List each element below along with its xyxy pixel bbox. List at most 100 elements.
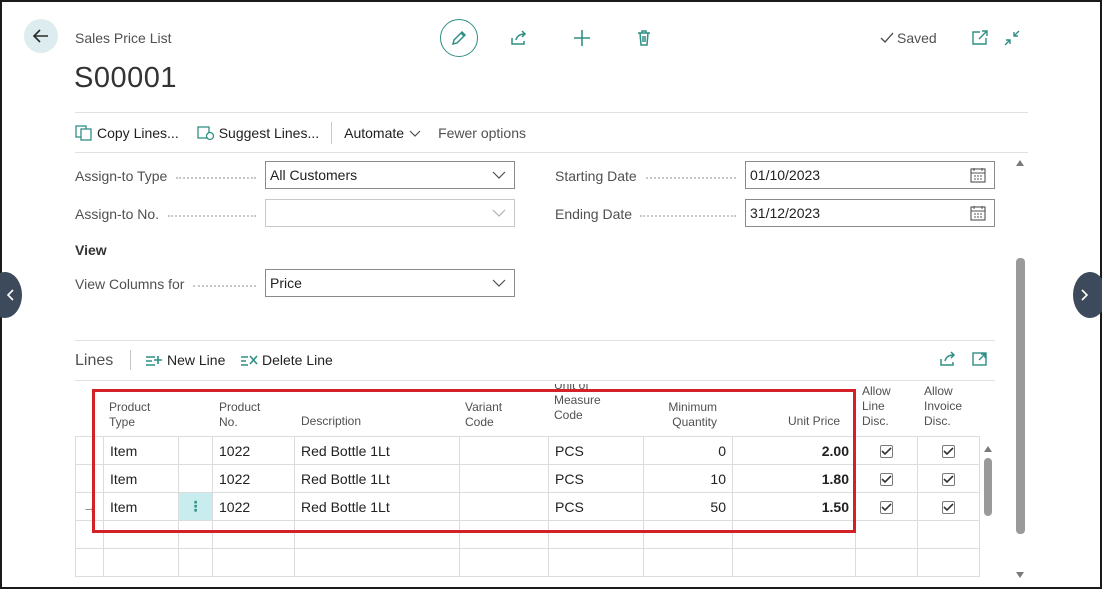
plus-icon (574, 30, 590, 46)
assign-to-no-select[interactable] (265, 199, 515, 227)
delete-line-button[interactable]: Delete Line (240, 352, 333, 368)
header-line: Disc. (862, 414, 889, 428)
lines-expand-button[interactable] (967, 346, 993, 372)
action-separator (331, 122, 333, 144)
empty-cell[interactable] (732, 548, 856, 577)
empty-cell[interactable] (212, 548, 295, 577)
grid-scroll-up[interactable] (982, 442, 994, 454)
assign-to-no-label: Assign-to No. (75, 206, 160, 222)
assign-to-type-label: Assign-to Type (75, 168, 168, 184)
checkbox[interactable] (942, 472, 955, 486)
collapse-button[interactable] (999, 25, 1025, 51)
empty-cell[interactable] (178, 548, 213, 577)
col-header-allow-invoice-disc[interactable]: Allow Invoice Disc. (924, 384, 962, 429)
ending-date-input[interactable]: 31/12/2023 (745, 199, 995, 227)
empty-cell[interactable] (103, 548, 179, 577)
suggest-lines-icon (197, 126, 214, 141)
dotted-leader (640, 215, 736, 217)
arrow-left-icon (32, 29, 48, 43)
triangle-down-icon (1016, 572, 1024, 578)
empty-cell[interactable] (75, 548, 104, 577)
expand-icon (972, 352, 987, 366)
empty-cell[interactable] (855, 548, 918, 577)
grid-scrollbar-thumb[interactable] (984, 458, 992, 516)
view-columns-select[interactable]: Price (265, 269, 515, 297)
copy-lines-label: Copy Lines... (97, 125, 179, 141)
cell-allow-invoice-disc[interactable] (917, 436, 980, 465)
cell-allow-line-disc[interactable] (855, 492, 918, 521)
dotted-leader (193, 285, 256, 287)
header-line: Allow (862, 384, 891, 398)
page-scroll-down[interactable] (1014, 568, 1026, 582)
view-section-heading: View (75, 242, 107, 258)
trash-icon (638, 30, 650, 46)
empty-cell[interactable] (917, 520, 980, 549)
calendar-icon[interactable] (970, 205, 986, 221)
delete-line-icon (241, 355, 258, 366)
copy-lines-button[interactable]: Copy Lines... (75, 125, 179, 141)
chevron-right-icon (1081, 289, 1089, 301)
header-line: Invoice (924, 399, 963, 413)
pencil-icon (451, 30, 467, 46)
checkbox[interactable] (942, 500, 955, 514)
starting-date-input[interactable]: 01/10/2023 (745, 161, 995, 189)
edit-button[interactable] (440, 19, 478, 57)
empty-cell[interactable] (294, 548, 460, 577)
empty-cell[interactable] (917, 548, 980, 577)
share-icon (511, 30, 527, 45)
page-title: S00001 (74, 62, 177, 94)
assign-to-type-select[interactable]: All Customers (265, 161, 515, 189)
fewer-options-button[interactable]: Fewer options (438, 125, 526, 141)
assign-to-type-value: All Customers (270, 167, 358, 183)
checkbox[interactable] (880, 444, 893, 458)
new-line-label: New Line (167, 352, 226, 368)
checkmark-icon (880, 32, 894, 44)
cell-allow-invoice-disc[interactable] (917, 464, 980, 493)
header-line: Disc. (924, 414, 951, 428)
triangle-up-icon (984, 446, 992, 452)
share-icon (940, 351, 956, 366)
new-button[interactable] (569, 25, 595, 51)
chevron-down-icon (492, 279, 506, 287)
header-line: Line (862, 399, 885, 413)
back-button[interactable] (24, 19, 58, 53)
triangle-up-icon (1016, 160, 1024, 166)
delete-line-label: Delete Line (262, 352, 333, 368)
suggest-lines-button[interactable]: Suggest Lines... (197, 125, 319, 141)
chevron-down-icon (492, 209, 506, 217)
next-page-button[interactable] (1073, 272, 1102, 318)
empty-cell[interactable] (548, 548, 644, 577)
page-scrollbar-thumb[interactable] (1016, 258, 1025, 534)
checkbox[interactable] (880, 500, 893, 514)
fewer-options-label: Fewer options (438, 125, 526, 141)
empty-row[interactable] (75, 548, 980, 577)
lines-share-button[interactable] (935, 346, 961, 372)
dotted-leader (646, 177, 736, 179)
cell-allow-line-disc[interactable] (855, 464, 918, 493)
new-line-button[interactable]: New Line (145, 352, 225, 368)
open-new-window-button[interactable] (967, 25, 993, 51)
cell-allow-invoice-disc[interactable] (917, 492, 980, 521)
cell-allow-line-disc[interactable] (855, 436, 918, 465)
calendar-icon[interactable] (970, 167, 986, 183)
ending-date-label: Ending Date (555, 206, 633, 222)
col-header-allow-line-disc[interactable]: Allow Line Disc. (862, 384, 891, 429)
automate-menu[interactable]: Automate (344, 125, 422, 141)
popout-icon (972, 30, 988, 45)
share-button[interactable] (506, 25, 532, 51)
automate-label: Automate (344, 125, 405, 141)
lines-separator (130, 350, 131, 370)
empty-cell[interactable] (855, 520, 918, 549)
empty-cell[interactable] (643, 548, 733, 577)
new-line-icon (146, 356, 162, 366)
checkbox[interactable] (880, 472, 893, 486)
ending-date-value: 31/12/2023 (750, 205, 821, 221)
delete-button[interactable] (631, 25, 657, 51)
suggest-lines-label: Suggest Lines... (218, 125, 320, 141)
checkbox[interactable] (942, 444, 955, 458)
empty-cell[interactable] (459, 548, 549, 577)
chevron-down-icon (409, 130, 421, 137)
view-columns-label: View Columns for (75, 276, 185, 292)
page-scroll-up[interactable] (1014, 156, 1026, 170)
header-line: Allow (924, 384, 953, 398)
